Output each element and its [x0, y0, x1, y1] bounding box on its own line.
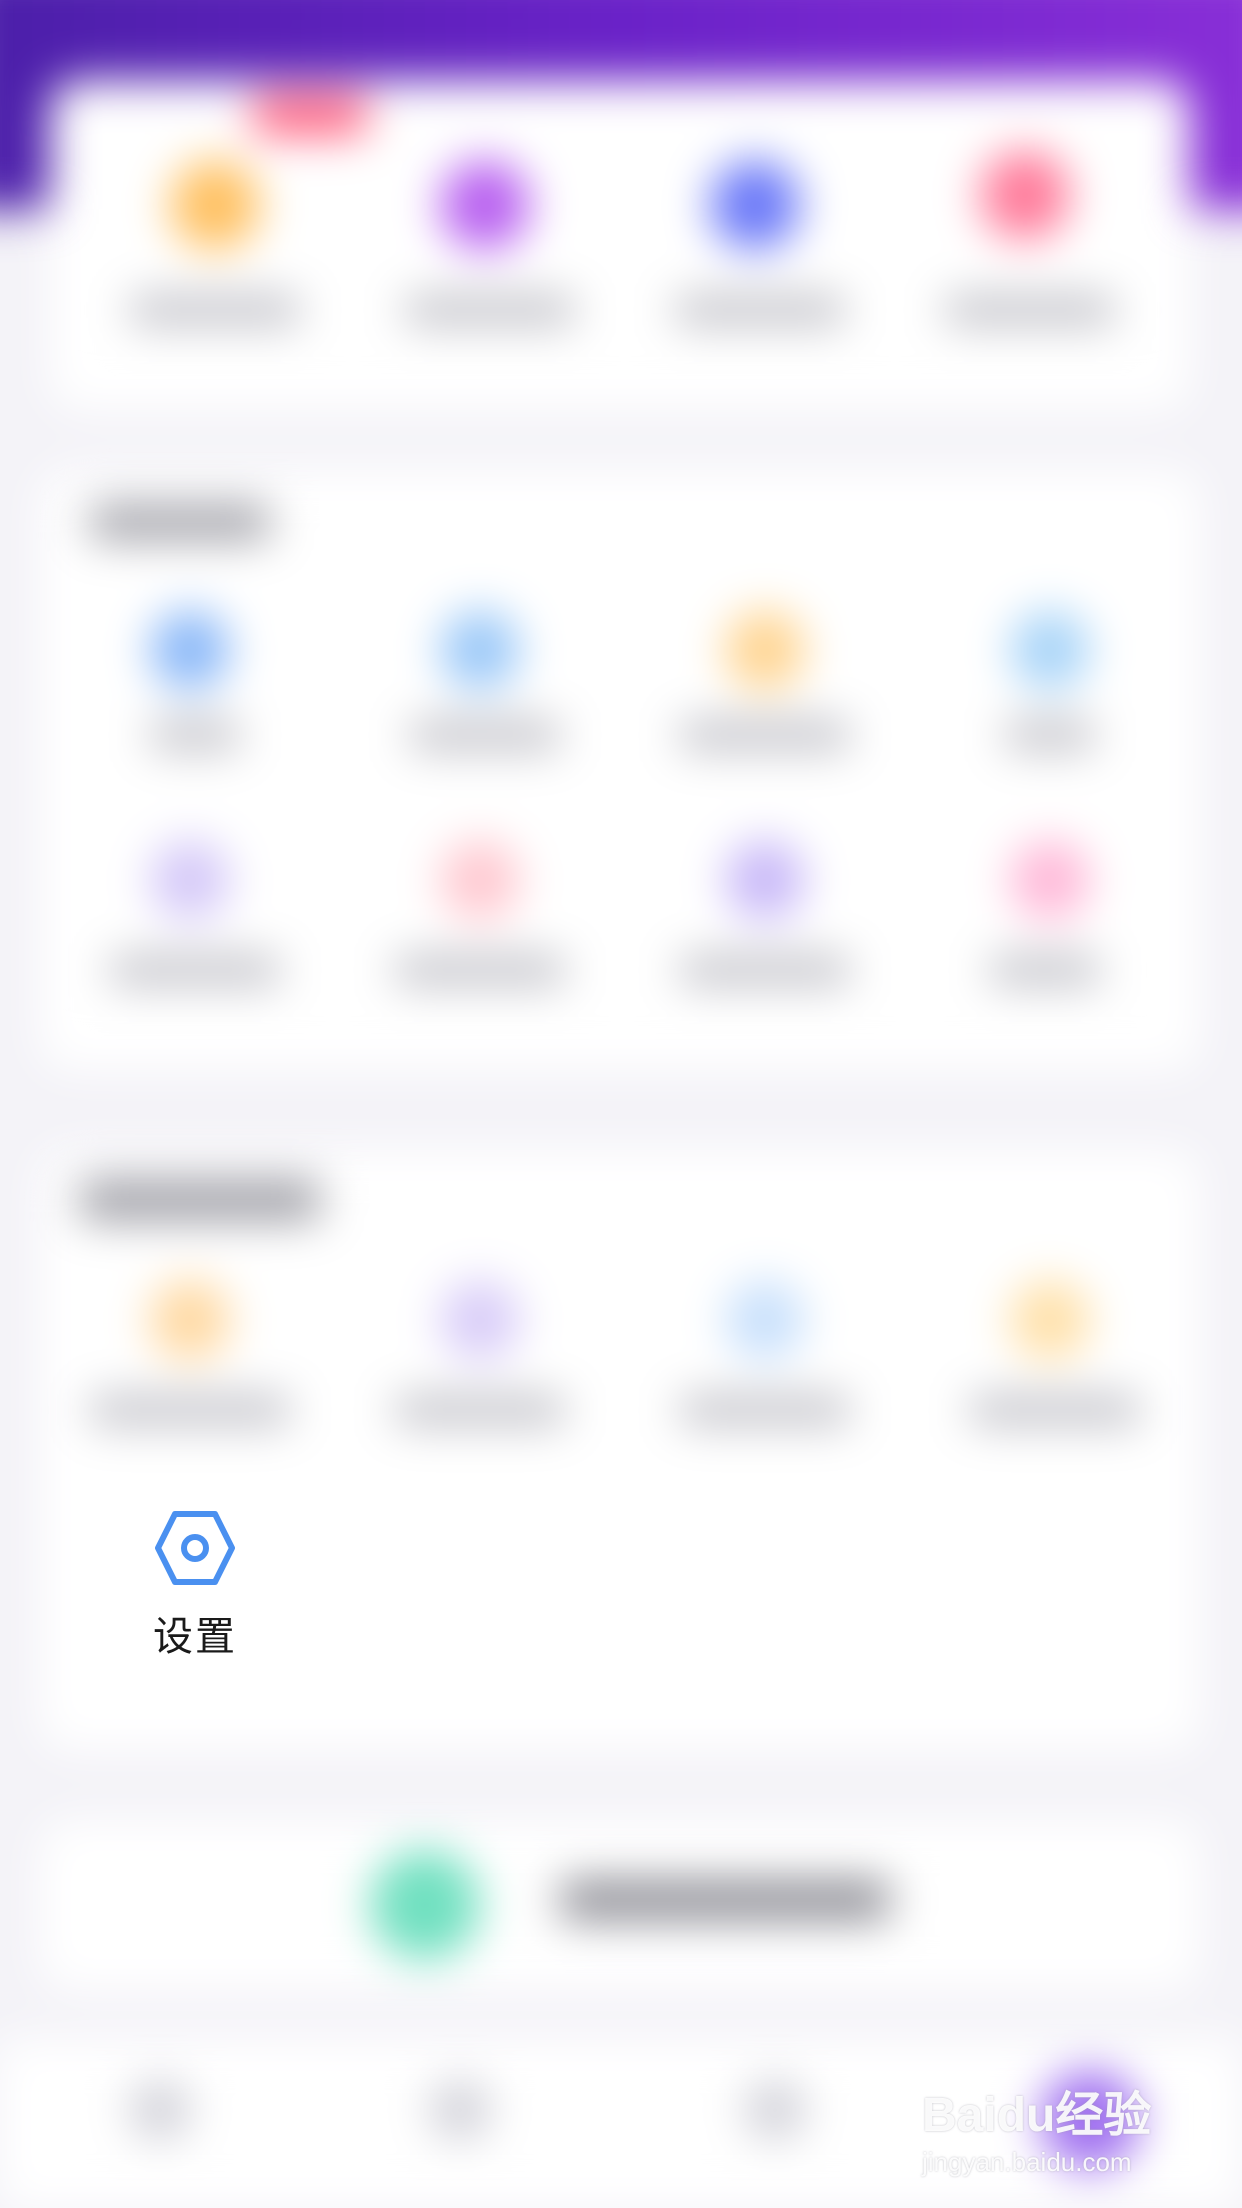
- watermark-brand: Baidu经验: [922, 2089, 1152, 2142]
- service-label: [970, 1395, 1140, 1425]
- tool-icon: [1010, 840, 1090, 920]
- tool-label: [110, 955, 280, 985]
- tool-icon: [150, 840, 230, 920]
- section-title: [90, 505, 270, 539]
- tool-label: [680, 720, 850, 750]
- tab-icon: [745, 2080, 805, 2140]
- shortcut-icon: [710, 160, 800, 250]
- shortcut-label: [130, 295, 300, 325]
- shortcut-label: [405, 295, 575, 325]
- tool-icon: [440, 610, 520, 690]
- tool-icon: [725, 610, 805, 690]
- service-icon: [440, 1280, 520, 1360]
- blurred-background: [0, 0, 1242, 2208]
- shortcut-icon: [980, 150, 1070, 240]
- service-label: [395, 1395, 565, 1425]
- tool-icon: [725, 840, 805, 920]
- settings-entry[interactable]: 设置: [140, 1510, 250, 1680]
- app-screen: 设置 Baidu经验 jingyan.baidu.com: [0, 0, 1242, 2208]
- tab-icon: [430, 2080, 490, 2140]
- baidu-watermark: Baidu经验 jingyan.baidu.com: [922, 2075, 1182, 2178]
- tool-label: [990, 955, 1100, 985]
- shortcut-label: [945, 295, 1115, 325]
- service-label: [90, 1395, 290, 1425]
- tool-label: [395, 955, 565, 985]
- tab-icon: [130, 2080, 190, 2140]
- shortcut-icon: [170, 160, 260, 250]
- service-icon: [725, 1280, 805, 1360]
- tool-label: [410, 720, 560, 750]
- settings-label: 设置: [153, 1614, 237, 1660]
- section-title: [80, 1180, 320, 1220]
- tool-label: [1005, 720, 1095, 750]
- watermark-url: jingyan.baidu.com: [922, 2147, 1132, 2177]
- shortcut-label: [675, 295, 845, 325]
- tool-icon: [1010, 610, 1090, 690]
- tool-icon: [440, 840, 520, 920]
- tool-label: [150, 720, 240, 750]
- baidu-jingyan-logo: Baidu经验: [922, 2075, 1182, 2145]
- notification-badge: [250, 95, 370, 135]
- service-label: [680, 1395, 850, 1425]
- tool-icon: [150, 610, 230, 690]
- settings-hexagon-icon: [155, 1511, 235, 1585]
- banner-icon: [370, 1850, 480, 1960]
- service-icon: [150, 1280, 230, 1360]
- tool-label: [680, 955, 850, 985]
- shortcut-icon: [440, 160, 530, 250]
- service-icon: [1010, 1280, 1090, 1360]
- banner-text: [560, 1880, 890, 1920]
